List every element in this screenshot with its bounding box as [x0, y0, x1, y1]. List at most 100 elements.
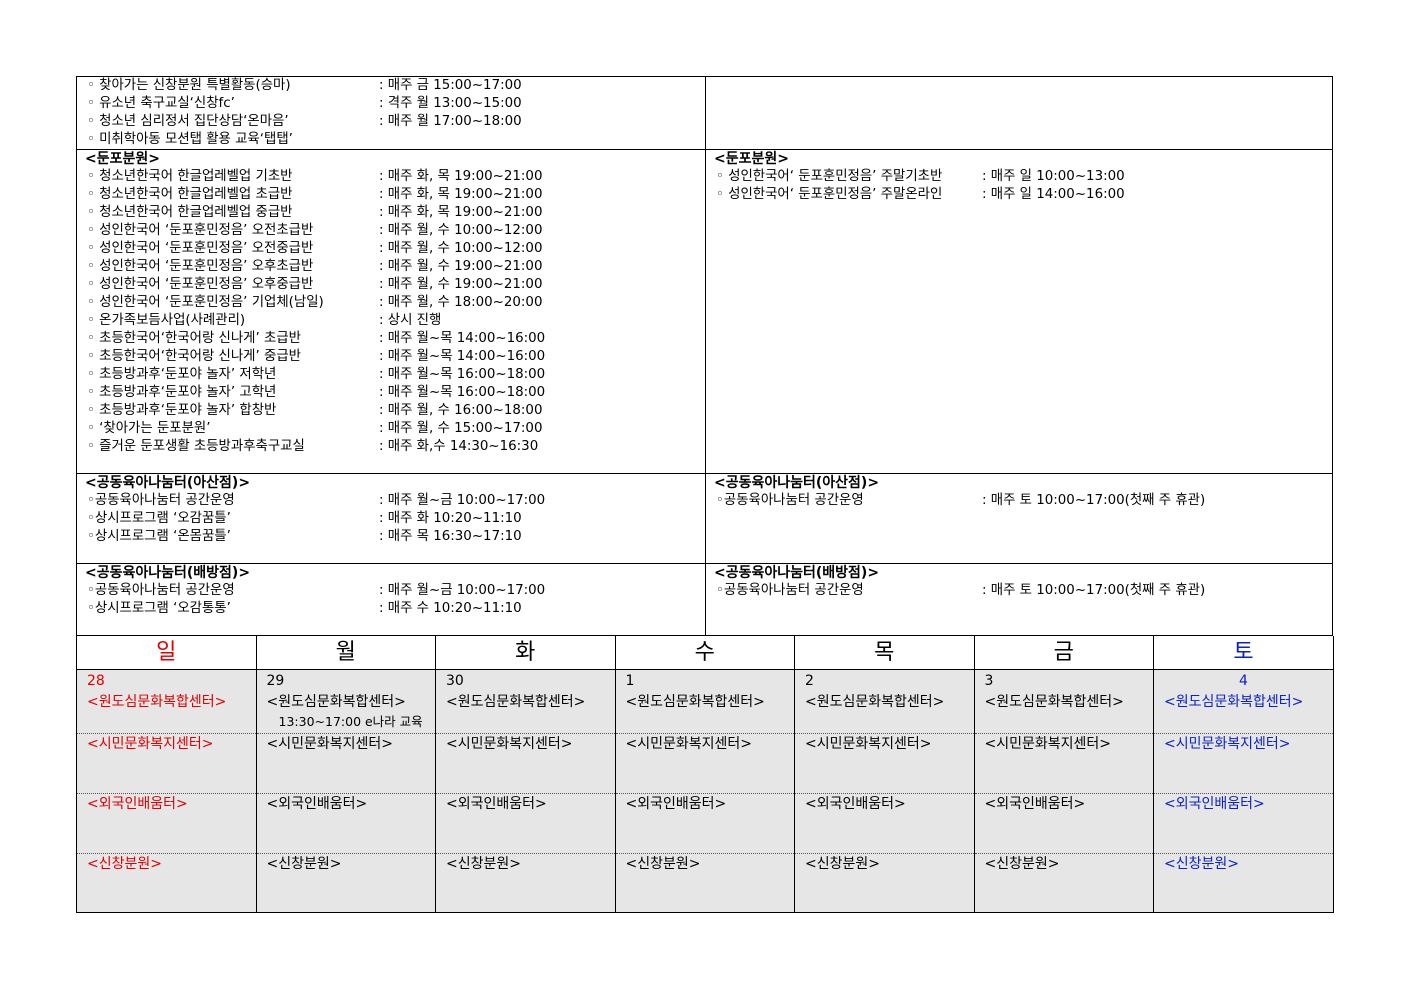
weekday-header: 일월화수목금토 — [76, 636, 1334, 670]
program-item: ◦ 성인한국어‘ 둔포훈민정음’ 주말기초반: 매주 일 10:00~13:00 — [716, 168, 1332, 186]
program-time: : 매주 월, 수 15:00~17:00 — [379, 421, 543, 436]
section-row: <둔포분원> ◦ 청소년한국어 한글업레벨업 기초반 : 매주 화, 목 19:00… — [76, 149, 1333, 474]
program-name: ◦ 청소년한국어 한글업레벨업 기초반 — [87, 169, 293, 184]
venue-label: <원도심문화복합센터> — [625, 694, 765, 710]
program-time: : 매주 월 17:00~18:00 — [379, 114, 522, 129]
venue-label: <시민문화복지센터> — [266, 736, 394, 752]
calendar-cell: <시민문화복지센터> — [255, 733, 436, 794]
program-item: ◦ 성인한국어 ‘둔포훈민정음’ 오후초급반: 매주 월, 수 19:00~21… — [87, 258, 705, 276]
venue-label: <원도심문화복합센터> — [266, 694, 406, 710]
venue-label: <원도심문화복합센터> — [87, 694, 227, 710]
program-item: ◦상시프로그램 ‘오감꿈틀’: 매주 화 10:20~11:10 — [87, 510, 705, 528]
venue-label: <외국인배움터> — [87, 796, 188, 812]
calendar-cell: <시민문화복지센터> — [1153, 733, 1334, 794]
program-item: ◦ 청소년한국어 한글업레벨업 초급반: 매주 화, 목 19:00~21:00 — [87, 186, 705, 204]
date-number: 29 — [255, 669, 436, 692]
venue-label: <외국인배움터> — [625, 796, 727, 812]
program-name: ◦ 성인한국어‘ 둔포훈민정음’ 주말온라인 — [716, 187, 943, 202]
program-item: ◦ 청소년 심리정서 집단상담‘온마음’ : 매주 월 17:00~18:00 — [87, 113, 705, 131]
section-title: <둔포분원> — [85, 151, 160, 167]
calendar-cell: <외국인배움터> — [1153, 793, 1334, 854]
program-item: ◦ 초등한국어‘한국어랑 신나게’ 중급반: 매주 월~목 14:00~16:0… — [87, 348, 705, 366]
section-right-cell: <공동육아나눔터(배방점)> ◦공동육아나눔터 공간운영: 매주 토 10:00~… — [705, 563, 1333, 636]
venue-label: <신창분원> — [805, 856, 880, 872]
program-item: ◦ 찾아가는 신창분원 특별활동(승마): 매주 금 15:00~17:00 — [87, 77, 705, 95]
weekday-label: 일 — [76, 636, 257, 670]
section-title: <공동육아나눔터(아산점)> — [85, 475, 251, 491]
venue-label: <외국인배움터> — [1164, 796, 1265, 812]
weekday-label: 화 — [435, 636, 616, 670]
section-left-cell: <공동육아나눔터(배방점)> ◦공동육아나눔터 공간운영 : 매주 월~금 10:0… — [76, 563, 706, 636]
venue-label: <신창분원> — [87, 856, 162, 872]
calendar-cell: <신창분원> — [1153, 853, 1334, 913]
section-row: ◦ 찾아가는 신창분원 특별활동(승마): 매주 금 15:00~17:00 ◦ … — [76, 76, 1333, 150]
date-number: 30 — [435, 669, 616, 692]
program-time: : 매주 화, 목 19:00~21:00 — [379, 169, 543, 184]
program-time: : 매주 월, 수 19:00~21:00 — [379, 277, 543, 292]
calendar-cell: <시민문화복지센터> — [435, 733, 616, 794]
venue-label: <원도심문화복합센터> — [446, 694, 586, 710]
program-item: ◦상시프로그램 ‘오감통통’ : 매주 수 10:20~11:10 — [87, 600, 705, 618]
section-title: <공동육아나눔터(배방점)> — [85, 565, 251, 581]
program-name: ◦ 초등방과후‘둔포야 놀자’ 저학년 — [87, 367, 277, 382]
date-number: 3 — [973, 669, 1154, 692]
calendar-cell: <시민문화복지센터> — [614, 733, 795, 794]
program-time: : 매주 토 10:00~17:00(첫째 주 휴관) — [982, 493, 1206, 508]
program-time: : 매주 월~목 14:00~16:00 — [379, 349, 546, 364]
program-name: ◦공동육아나눔터 공간운영 — [87, 583, 235, 598]
program-time: : 매주 월~목 16:00~18:00 — [379, 367, 546, 382]
program-time: : 매주 금 15:00~17:00 — [379, 78, 522, 93]
program-name: ◦ 청소년한국어 한글업레벨업 초급반 — [87, 187, 293, 202]
program-name: ◦ 성인한국어 ‘둔포훈민정음’ 오전초급반 — [87, 223, 314, 238]
program-name: ◦ 성인한국어 ‘둔포훈민정음’ 기업체(남일) — [87, 295, 324, 310]
section-right-cell: <둔포분원> ◦ 성인한국어‘ 둔포훈민정음’ 주말기초반: 매주 일 10:00… — [705, 149, 1333, 474]
program-time: : 매주 목 16:30~17:10 — [379, 529, 522, 544]
program-time: : 매주 수 10:20~11:10 — [379, 601, 522, 616]
program-time: : 매주 토 10:00~17:00(첫째 주 휴관) — [982, 583, 1206, 598]
program-time: : 매주 일 14:00~16:00 — [982, 187, 1125, 202]
section-left-cell: <둔포분원> ◦ 청소년한국어 한글업레벨업 기초반 : 매주 화, 목 19:00… — [76, 149, 706, 474]
program-name: ◦ 초등방과후‘둔포야 놀자’ 합창반 — [87, 403, 277, 418]
venue-label: <신창분원> — [446, 856, 521, 872]
program-time: : 매주 월~금 10:00~17:00 — [379, 583, 546, 598]
calendar-cell: <시민문화복지센터> — [794, 733, 975, 794]
program-item: ◦ 성인한국어 ‘둔포훈민정음’ 기업체(남일): 매주 월, 수 18:00~… — [87, 294, 705, 312]
section-title: <공동육아나눔터(배방점)> — [714, 565, 880, 581]
section-title: <공동육아나눔터(아산점)> — [714, 475, 880, 491]
program-item: ◦ 미취학아동 모션탭 활용 교육‘탭탭’ — [87, 131, 705, 149]
calendar-cell: <원도심문화복합센터> — [435, 692, 616, 734]
program-item: ◦ 온가족보듬사업(사례관리): 상시 진행 — [87, 312, 705, 330]
program-name: ◦상시프로그램 ‘온몸꿈틀’ — [87, 529, 231, 544]
venue-row: <신창분원> <신창분원> <신창분원> <신창분원> <신창분원> <신창분원> <신창분… — [76, 853, 1334, 913]
calendar-table: 일 월 화 수 목 금 토 28 29 30 1 2 3 4 <원도심문화복합센터> <원도심문화복합센터> 1… — [76, 636, 1334, 913]
program-time: : 매주 월, 수 16:00~18:00 — [379, 403, 543, 418]
program-item: ◦ 성인한국어 ‘둔포훈민정음’ 오전초급반: 매주 월, 수 10:00~12… — [87, 222, 705, 240]
venue-row: <원도심문화복합센터> <원도심문화복합센터> 13:30~17:00 e나라 교육… — [76, 692, 1334, 734]
program-table: ◦ 찾아가는 신창분원 특별활동(승마): 매주 금 15:00~17:00 ◦ … — [76, 76, 1333, 636]
program-name: ◦ 청소년 심리정서 집단상담‘온마음’ — [87, 114, 289, 129]
program-item: ◦ 초등방과후‘둔포야 놀자’ 고학년: 매주 월~목 16:00~18:00 — [87, 384, 705, 402]
calendar-cell: <신창분원> — [794, 853, 975, 913]
program-time: : 매주 월~목 14:00~16:00 — [379, 331, 546, 346]
program-name: ◦ 성인한국어 ‘둔포훈민정음’ 오전중급반 — [87, 241, 314, 256]
calendar-cell: <신창분원> — [973, 853, 1154, 913]
calendar-cell: <외국인배움터> — [973, 793, 1154, 854]
program-item: ◦상시프로그램 ‘온몸꿈틀’ : 매주 목 16:30~17:10 — [87, 528, 705, 546]
section-left-cell: <공동육아나눔터(아산점)> ◦공동육아나눔터 공간운영: 매주 월~금 10:0… — [76, 473, 706, 564]
section-row: <공동육아나눔터(배방점)> ◦공동육아나눔터 공간운영 : 매주 월~금 10:0… — [76, 563, 1333, 636]
date-number: 4 — [1153, 669, 1334, 692]
program-time: : 매주 월~금 10:00~17:00 — [379, 493, 546, 508]
venue-label: <외국인배움터> — [446, 796, 547, 812]
calendar-cell: <외국인배움터> — [255, 793, 436, 854]
venue-label: <신창분원> — [984, 856, 1060, 872]
program-item: ◦공동육아나눔터 공간운영 : 매주 월~금 10:00~17:00 — [87, 582, 705, 600]
venue-row: <시민문화복지센터> <시민문화복지센터> <시민문화복지센터> <시민문화복지센터>… — [76, 733, 1334, 794]
program-item: ◦ 성인한국어‘ 둔포훈민정음’ 주말온라인 : 매주 일 14:00~16:00 — [716, 186, 1332, 204]
program-name: ◦상시프로그램 ‘오감통통’ — [87, 601, 231, 616]
calendar-cell: <원도심문화복합센터> — [614, 692, 795, 734]
program-item: ◦ 청소년한국어 한글업레벨업 중급반: 매주 화, 목 19:00~21:00 — [87, 204, 705, 222]
program-name: ◦ 즐거운 둔포생활 초등방과후축구교실 — [87, 439, 305, 454]
venue-label: <신창분원> — [266, 856, 342, 872]
event-entry: 13:30~17:00 e나라 교육 — [278, 714, 423, 729]
program-time: : 매주 월, 수 19:00~21:00 — [379, 259, 543, 274]
